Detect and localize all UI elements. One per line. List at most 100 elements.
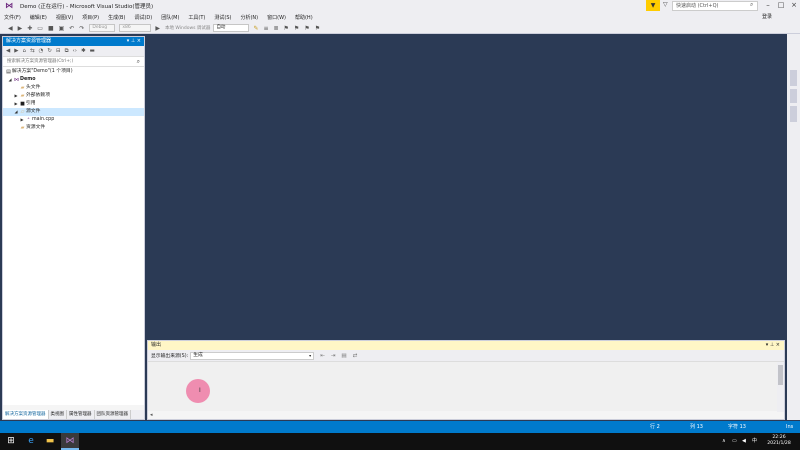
notification-filter-icon[interactable]: ▽	[663, 1, 668, 8]
menu-bar: 文件(F) 编辑(E) 视图(V) 项目(P) 生成(B) 调试(D) 团队(M…	[0, 12, 800, 23]
close-icon[interactable]: ×	[137, 38, 141, 44]
close-button[interactable]: ×	[788, 0, 800, 11]
refresh-icon[interactable]: ↻	[47, 48, 52, 54]
next-bookmark-icon[interactable]: ⚑	[304, 25, 309, 32]
clear-bookmarks-icon[interactable]: ⚑	[315, 25, 320, 32]
output-vertical-scrollbar[interactable]	[777, 362, 784, 412]
minimize-button[interactable]: –	[762, 0, 774, 11]
network-icon[interactable]: ▭	[732, 433, 737, 450]
find-message-icon[interactable]: ⇤	[320, 353, 325, 359]
back-icon[interactable]: ◀	[8, 25, 13, 32]
pin-icon[interactable]: ⊥	[770, 342, 774, 348]
tab-property-manager[interactable]: 属性管理器	[67, 410, 95, 419]
maximize-button[interactable]: □	[775, 0, 787, 11]
new-project-icon[interactable]: ✚	[27, 25, 32, 32]
menu-debug[interactable]: 调试(D)	[134, 14, 152, 21]
local-debugger-button[interactable]: 本地 Windows 调试器	[165, 25, 210, 31]
forward-icon[interactable]: ▶	[14, 48, 18, 54]
feedback-flag-icon[interactable]: ▼	[646, 0, 660, 11]
login-link[interactable]: 登录	[762, 13, 772, 20]
output-horizontal-scrollbar[interactable]: ◂	[148, 412, 778, 419]
file-explorer-icon[interactable]: ▬	[41, 433, 59, 450]
clear-all-icon[interactable]: ▤	[341, 353, 346, 359]
system-clock[interactable]: 22:26 2021/1/28	[765, 435, 793, 447]
auto-select[interactable]: 自动	[213, 24, 250, 32]
tab-team-explorer[interactable]: 团队资源管理器	[95, 410, 131, 419]
close-icon[interactable]: ×	[776, 342, 780, 348]
pin-icon[interactable]: ⊥	[131, 38, 135, 44]
input-method-indicator[interactable]: 中	[752, 433, 757, 450]
menu-window[interactable]: 窗口(W)	[267, 14, 286, 21]
start-button-icon[interactable]: ⊞	[2, 433, 20, 450]
menu-tools[interactable]: 工具(T)	[188, 14, 205, 21]
clock-date: 2021/1/28	[767, 441, 791, 446]
start-debugger-icon[interactable]: ▶	[155, 25, 160, 32]
live-share-icon[interactable]: ✎	[253, 25, 258, 32]
solution-config-select[interactable]: Debug	[89, 24, 116, 32]
solution-platform-select[interactable]: x86	[119, 24, 152, 32]
home-icon[interactable]: ⌂	[22, 48, 26, 54]
forward-icon[interactable]: ▶	[18, 25, 23, 32]
output-source-select[interactable]: 生成 ▾	[190, 351, 315, 360]
solution-explorer-search[interactable]: 搜索解决方案资源管理器(Ctrl+;) ⌕	[3, 57, 144, 67]
bookmark-icon[interactable]: ⚑	[284, 25, 289, 32]
volume-icon[interactable]: ◀	[742, 433, 746, 450]
solution-explorer-panel: 解决方案资源管理器 ▾ ⊥ × ◀ ▶ ⌂ ⇆ ◔ ↻ ⊟ ⧉ ‹› ✱ ▬ 搜…	[2, 36, 145, 420]
comment-icon[interactable]: ≡	[263, 25, 268, 32]
search-icon[interactable]: ⌕	[750, 1, 753, 9]
chevron-down-icon: ▾	[309, 352, 312, 358]
pending-changes-icon[interactable]: ◔	[39, 48, 44, 54]
menu-build[interactable]: 生成(B)	[108, 14, 125, 21]
tree-item-header-files[interactable]: ▰ 头文件	[3, 84, 144, 92]
prev-message-icon[interactable]: ⇥	[331, 353, 336, 359]
preview-icon[interactable]: ▬	[90, 48, 95, 54]
menu-edit[interactable]: 编辑(E)	[30, 14, 47, 21]
word-wrap-icon[interactable]: ⇄	[353, 353, 358, 359]
menu-analyze[interactable]: 分析(N)	[240, 14, 258, 21]
back-icon[interactable]: ◀	[6, 48, 10, 54]
tree-item-source-files[interactable]: ◢ ▱ 源文件	[3, 108, 144, 116]
prev-bookmark-icon[interactable]: ⚑	[294, 25, 299, 32]
save-all-icon[interactable]: ▣	[59, 25, 65, 32]
visual-studio-taskbar-icon[interactable]: ⋈	[61, 433, 79, 450]
rail-tab-diagnostics[interactable]	[790, 106, 797, 122]
standard-toolbar: ◀ ▶ ✚ ▭ ■ ▣ ↶ ↷ Debug x86 ▶ 本地 Windows 调…	[0, 23, 800, 34]
menu-project[interactable]: 项目(P)	[82, 14, 99, 21]
tree-item-label: 资源文件	[26, 125, 46, 130]
tree-item-solution[interactable]: ▤ 解决方案"Demo"(1 个项目)	[3, 68, 144, 76]
tab-solution-explorer[interactable]: 解决方案资源管理器	[3, 410, 49, 419]
open-icon[interactable]: ▭	[37, 25, 43, 32]
show-all-files-icon[interactable]: ⧉	[65, 48, 69, 55]
tab-class-view[interactable]: 类视图	[49, 410, 67, 419]
tree-item-project[interactable]: ◢ ⋈ Demo	[3, 76, 144, 84]
menu-file[interactable]: 文件(F)	[4, 14, 21, 21]
quick-launch-input[interactable]: 快速启动 (Ctrl+Q)	[672, 1, 758, 11]
rail-tab-toolbox[interactable]	[790, 89, 797, 103]
rail-tab-server-explorer[interactable]	[790, 70, 797, 86]
menu-team[interactable]: 团队(M)	[161, 14, 179, 21]
tree-item-resource-files[interactable]: ▰ 资源文件	[3, 124, 144, 132]
menu-view[interactable]: 视图(V)	[56, 14, 73, 21]
tray-expand-icon[interactable]: ∧	[722, 433, 726, 450]
tree-item-external-deps[interactable]: ▶ ▰ 外部依赖项	[3, 92, 144, 100]
undo-icon[interactable]: ↶	[69, 25, 74, 32]
search-icon[interactable]: ⌕	[137, 57, 140, 67]
menu-help[interactable]: 帮助(H)	[295, 14, 313, 21]
view-code-icon[interactable]: ‹›	[73, 48, 77, 54]
sync-icon[interactable]: ⇆	[30, 48, 35, 54]
collapse-all-icon[interactable]: ⊟	[56, 48, 61, 54]
redo-icon[interactable]: ↷	[79, 25, 84, 32]
output-content[interactable]: I	[148, 362, 778, 411]
dropdown-icon[interactable]: ▾	[127, 38, 130, 44]
tree-item-label: 源文件	[26, 109, 41, 114]
save-icon[interactable]: ■	[48, 25, 54, 32]
dropdown-icon[interactable]: ▾	[766, 342, 769, 348]
edge-browser-icon[interactable]: e	[22, 433, 40, 450]
tree-item-references[interactable]: ▶ ■ 引用	[3, 100, 144, 108]
editor-area[interactable]	[147, 34, 785, 340]
menu-test[interactable]: 测试(S)	[214, 14, 231, 21]
text-cursor-icon: I	[199, 387, 201, 394]
properties-icon[interactable]: ✱	[81, 48, 86, 54]
uncomment-icon[interactable]: ≣	[274, 25, 279, 32]
tree-item-main-cpp[interactable]: ▶ ⁺ main.cpp	[3, 116, 144, 124]
